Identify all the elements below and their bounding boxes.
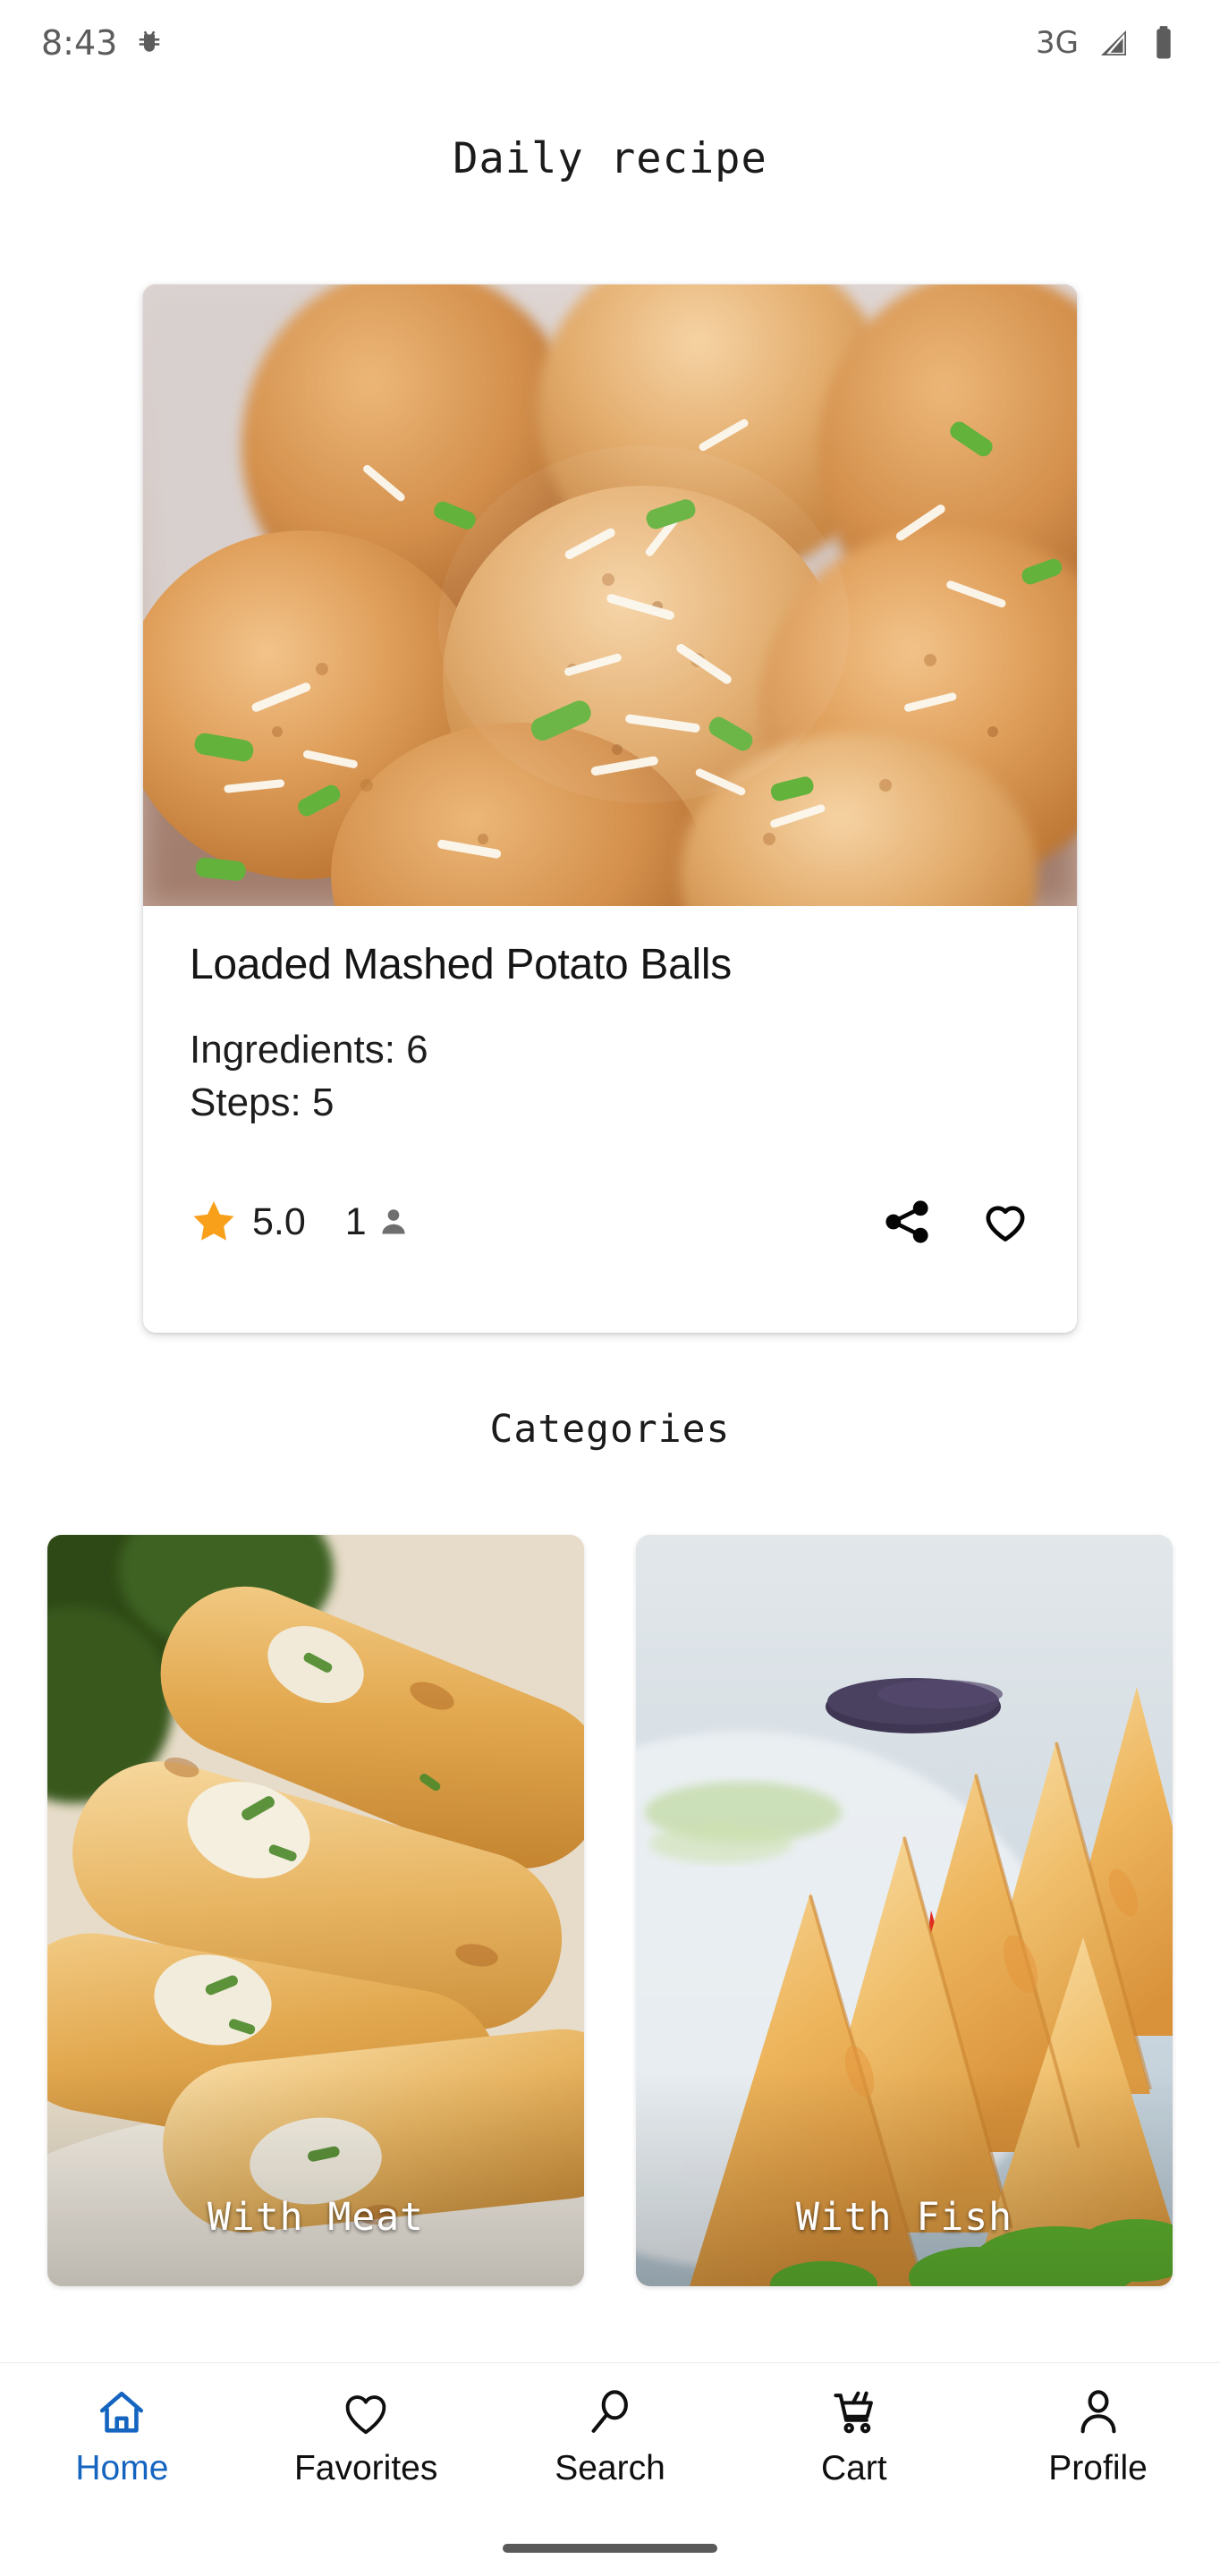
category-card-with-fish[interactable]: With Fish — [636, 1535, 1173, 2286]
network-type-label: 3G — [1036, 25, 1079, 61]
nav-item-cart[interactable]: Cart — [765, 2386, 944, 2486]
recipe-steps-count: Steps: 5 — [190, 1080, 335, 1125]
nav-item-profile[interactable]: Profile — [1009, 2386, 1188, 2486]
heart-outline-icon — [340, 2386, 392, 2438]
recipe-meta: Ingredients: 6 Steps: 5 — [190, 1023, 1030, 1130]
nav-label-cart: Cart — [820, 2449, 887, 2487]
star-filled-icon — [190, 1198, 238, 1246]
daily-recipe-card[interactable]: Loaded Mashed Potato Balls Ingredients: … — [143, 284, 1077, 1333]
signal-bars-icon — [1095, 24, 1132, 62]
status-clock: 8:43 — [41, 23, 118, 63]
nav-label-favorites: Favorites — [293, 2449, 438, 2487]
nav-label-home: Home — [75, 2449, 169, 2487]
phone-screen: 8:43 3G Daily recipe Loaded Mashed Potat… — [0, 0, 1220, 2576]
status-bar-left: 8:43 — [41, 23, 165, 63]
nav-item-search[interactable]: Search — [521, 2386, 699, 2486]
category-label: With Fish — [796, 2195, 1012, 2240]
battery-full-icon — [1148, 24, 1179, 62]
nav-label-search: Search — [555, 2449, 665, 2487]
recipe-ingredients-count: Ingredients: 6 — [190, 1027, 428, 1072]
page-title: Daily recipe — [453, 134, 767, 183]
cart-icon — [828, 2386, 880, 2438]
recipe-card-footer: 5.0 1 — [190, 1197, 1030, 1247]
nav-item-home[interactable]: Home — [32, 2386, 211, 2486]
rating-count: 1 — [344, 1199, 367, 1243]
heart-outline-icon[interactable] — [980, 1197, 1030, 1247]
status-bar: 8:43 3G — [0, 0, 1220, 86]
recipe-title: Loaded Mashed Potato Balls — [190, 941, 732, 988]
home-icon — [96, 2386, 148, 2438]
category-label: With Meat — [208, 2195, 424, 2240]
categories-title: Categories — [489, 1407, 731, 1452]
nav-item-favorites[interactable]: Favorites — [276, 2386, 455, 2486]
recipe-photo — [143, 284, 1077, 906]
category-card-with-meat[interactable]: With Meat — [47, 1535, 584, 2286]
search-icon — [584, 2386, 636, 2438]
categories-row: With Meat With Fish — [47, 1535, 1173, 2286]
recipe-details: Loaded Mashed Potato Balls Ingredients: … — [143, 906, 1077, 1130]
rating-group: 5.0 1 — [190, 1198, 410, 1246]
person-icon — [367, 1206, 410, 1238]
card-actions — [882, 1197, 1030, 1247]
android-bug-icon — [133, 27, 165, 59]
home-gesture-bar[interactable] — [503, 2544, 717, 2553]
status-bar-right: 3G — [1036, 24, 1179, 62]
nav-label-profile: Profile — [1048, 2449, 1148, 2487]
bottom-navigation-bar: Home Favorites Search Cart Profile — [0, 2362, 1220, 2523]
rating-value: 5.0 — [252, 1199, 306, 1243]
person-outline-icon — [1072, 2386, 1124, 2438]
share-icon[interactable] — [882, 1197, 932, 1247]
